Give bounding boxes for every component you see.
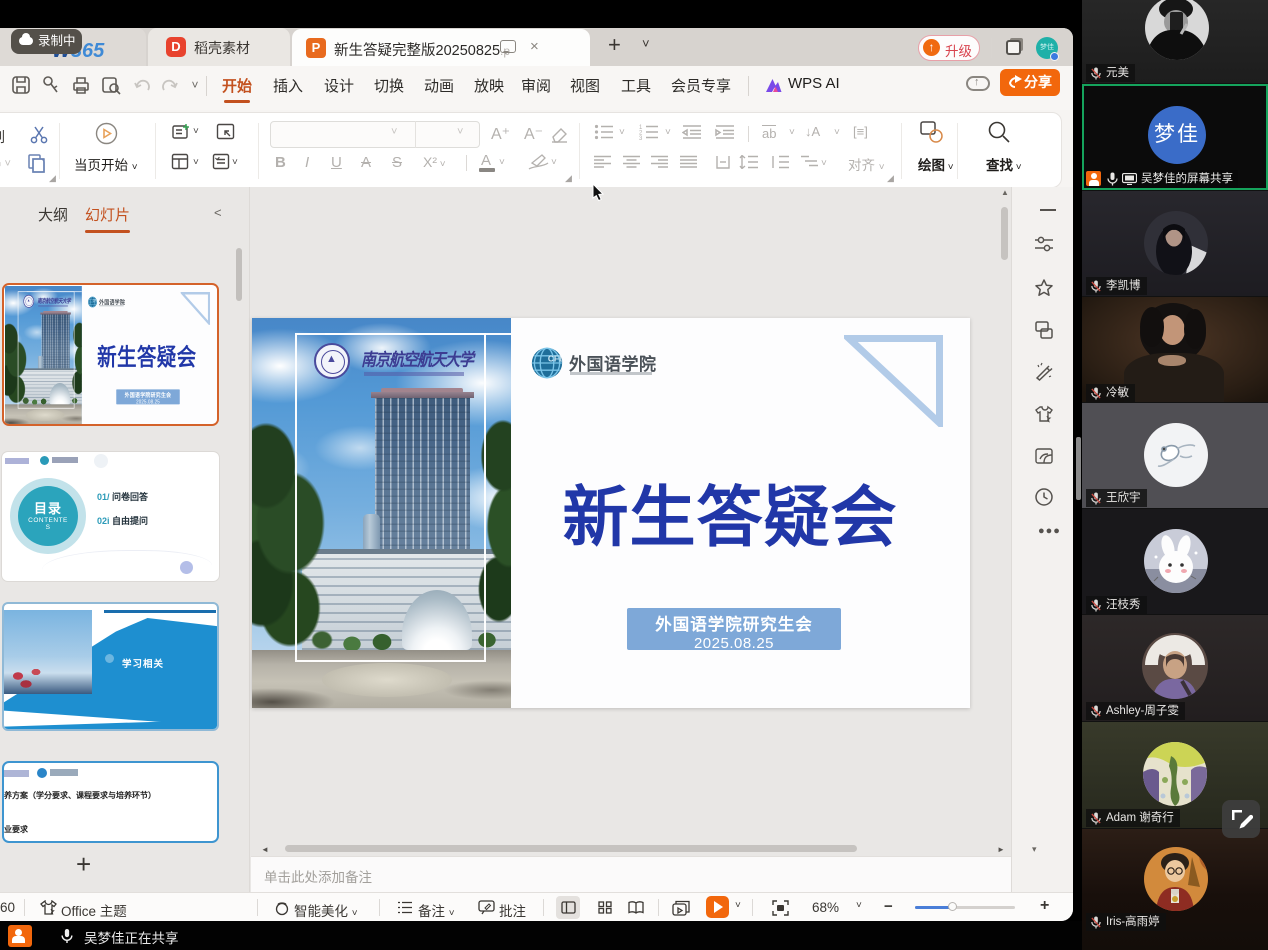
svg-text:CFL: CFL xyxy=(548,353,563,363)
svg-text:3: 3 xyxy=(639,136,643,140)
